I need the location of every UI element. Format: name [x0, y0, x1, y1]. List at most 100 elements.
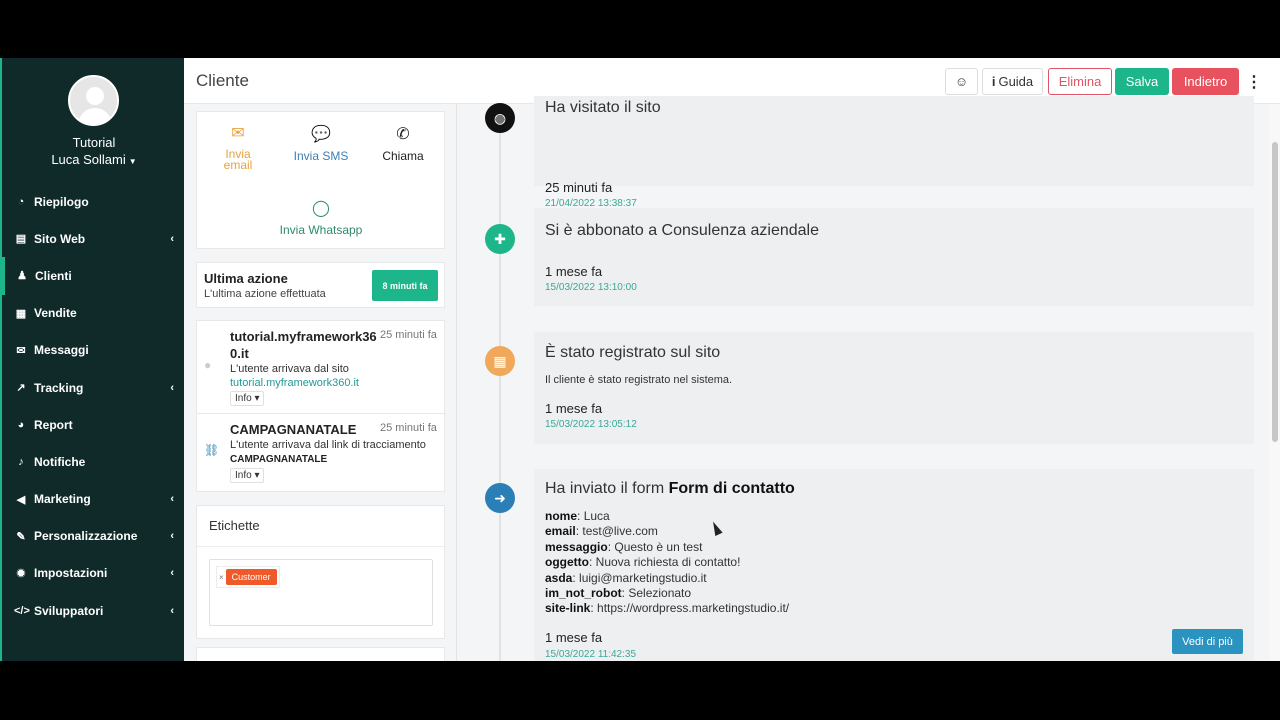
contact-actions-card: ✉ Invia email 💬 Invia SMS ✆ Chiama ◯ Inv… [196, 111, 445, 249]
timeline-title: Ha visitato il sito [545, 99, 661, 116]
last-action-card: Ultima azione L'ultima azione effettuata… [196, 262, 445, 308]
list-item: ● tutorial.myframework360.it 25 minuti f… [197, 321, 446, 414]
sidebar-item-label: Tracking [34, 380, 84, 395]
chevron-left-icon: ‹ [170, 567, 174, 580]
sidebar-item-clienti[interactable]: ♟ Clienti [2, 257, 186, 295]
sidebar-item-messaggi[interactable]: ✉ Messaggi [2, 332, 186, 369]
form-field-key: messaggio [545, 539, 608, 554]
user-icon: ♟ [17, 270, 27, 283]
salva-button[interactable]: Salva [1115, 68, 1169, 95]
timeline-title: Si è abbonato a Consulenza aziendale [545, 222, 819, 239]
form-field-row: asda: luigi@marketingstudio.it [545, 570, 707, 585]
sidebar-item-label: Vendite [34, 306, 77, 321]
megaphone-icon: ◀ [16, 493, 26, 506]
send-sms-label: Invia SMS [293, 149, 349, 163]
link-icon: ⛓ [204, 443, 220, 457]
brush-icon: ✎ [16, 530, 26, 543]
divider [197, 546, 446, 547]
tags-title: Etichette [209, 518, 260, 533]
indietro-button[interactable]: Indietro [1172, 68, 1239, 95]
pie-chart-icon: ◕ [17, 418, 25, 431]
sidebar-item-personalizzazione[interactable]: ✎ Personalizzazione ‹ [2, 518, 186, 555]
timeline-item: Ha inviato il form Form di contatto nome… [534, 469, 1254, 661]
tag-label: Customer [225, 569, 277, 585]
tags-input[interactable]: × Customer [209, 559, 433, 626]
timeline-item: Si è abbonato a Consulenza aziendale 1 m… [534, 208, 1254, 306]
timeline-line [499, 104, 501, 661]
sidebar-item-label: Sito Web [34, 231, 86, 246]
timeline-text: Il cliente è stato registrato nel sistem… [545, 374, 733, 386]
sidebar-item-report[interactable]: ◕ Report [2, 406, 186, 443]
chart-icon: ↗ [16, 382, 26, 395]
visit-title: CAMPAGNANATALE [230, 422, 357, 437]
chevron-left-icon: ‹ [170, 381, 174, 394]
visit-campaign: CAMPAGNANATALE [230, 454, 328, 465]
vedi-di-piu-button[interactable]: Vedi di più [1172, 629, 1243, 654]
feedback-button[interactable]: ☺ [945, 68, 978, 95]
send-email-label: Invia email [223, 147, 253, 172]
visit-time: 25 minuti fa [380, 329, 437, 341]
form-field-key: oggetto [545, 555, 589, 570]
send-email-button[interactable]: ✉ Invia email [217, 124, 259, 171]
sms-icon: 💬 [311, 126, 331, 143]
info-dropdown[interactable]: Info ▾ [230, 468, 265, 483]
form-field-key: im_not_robot [545, 586, 622, 601]
whatsapp-icon: ◯ [312, 200, 330, 217]
chevron-left-icon: ‹ [170, 604, 174, 617]
visit-time: 25 minuti fa [380, 422, 437, 434]
last-action-subtitle: L'ultima azione effettuata [204, 288, 326, 300]
form-name: Form di contatto [668, 480, 795, 497]
sidebar-item-impostazioni[interactable]: ✹ Impostazioni ‹ [2, 555, 186, 592]
form-field-row: site-link: https://wordpress.marketingst… [545, 601, 790, 616]
dashboard-icon: ◔ [17, 195, 25, 208]
sidebar-item-notifiche[interactable]: ♪ Notifiche [2, 443, 186, 480]
send-whatsapp-button[interactable]: ◯ Invia Whatsapp [257, 198, 385, 237]
form-field-value: Questo è un test [614, 539, 703, 554]
avatar[interactable] [68, 75, 119, 126]
list-item: ⛓ CAMPAGNANATALE 25 minuti fa L'utente a… [197, 414, 446, 493]
user-organization: Tutorial [72, 135, 116, 150]
send-whatsapp-label: Invia Whatsapp [279, 223, 363, 237]
app-screen: Tutorial Luca Sollami ▼ ◔ Riepilogo ▤ Sito W… [0, 58, 1280, 661]
sidebar-item-riepilogo[interactable]: ◔ Riepilogo [2, 183, 186, 220]
visit-link[interactable]: tutorial.myframework360.it [230, 377, 359, 389]
timeline-title-prefix: Ha inviato il form [545, 480, 669, 497]
guida-button[interactable]: i Guida [982, 68, 1043, 95]
form-field-row: oggetto: Nuova richiesta di contatto! [545, 555, 741, 570]
user-menu[interactable]: Luca Sollami ▼ [2, 152, 186, 167]
last-action-badge: 8 minuti fa [372, 270, 438, 301]
scrollbar-thumb[interactable] [1272, 142, 1278, 442]
sidebar-nav: ◔ Riepilogo ▤ Sito Web ‹ ♟ Clienti ▦ Vendite ✉ Mes… [2, 183, 186, 629]
elimina-button[interactable]: Elimina [1048, 68, 1112, 95]
globe-icon: ◍ [485, 103, 515, 133]
sidebar-item-label: Messaggi [34, 343, 89, 358]
timeline-title: Ha inviato il form Form di contatto [545, 480, 795, 498]
info-dropdown[interactable]: Info ▾ [230, 391, 265, 406]
sidebar-item-sviluppatori[interactable]: </> Sviluppatori ‹ [2, 592, 186, 629]
sidebar-item-marketing[interactable]: ◀ Marketing ‹ [2, 481, 186, 518]
sidebar-item-label: Report [34, 417, 73, 432]
form-fields: nome: Luca email: test@live.com messaggio:… [545, 509, 789, 617]
form-field-key: email [545, 524, 576, 539]
timeline-item: È stato registrato sul sito Il cliente è… [534, 332, 1254, 444]
user-plus-icon: ✚ [485, 224, 515, 254]
send-sms-button[interactable]: 💬 Invia SMS [287, 124, 355, 163]
form-field-row: nome: Luca [545, 509, 610, 523]
sidebar-item-label: Clienti [35, 268, 72, 283]
call-button[interactable]: ✆ Chiama [373, 124, 433, 163]
sidebar-item-label: Sviluppatori [34, 603, 104, 618]
sidebar-item-tracking[interactable]: ↗ Tracking ‹ [2, 369, 186, 406]
form-field-value: luigi@marketingstudio.it [579, 570, 707, 585]
chevron-left-icon: ‹ [170, 493, 174, 506]
sidebar: Tutorial Luca Sollami ▼ ◔ Riepilogo ▤ Sito W… [0, 58, 184, 661]
sidebar-item-sito-web[interactable]: ▤ Sito Web ‹ [2, 220, 186, 257]
visit-description: L'utente arrivava dal link di tracciamen… [230, 439, 426, 451]
last-action-title: Ultima azione [204, 271, 288, 286]
sidebar-item-vendite[interactable]: ▦ Vendite [2, 295, 186, 332]
arrow-right-circle-icon: ➜ [485, 483, 515, 513]
form-field-row: email: test@live.com [545, 524, 658, 539]
more-options-icon[interactable]: ⋮ [1246, 68, 1262, 95]
scrollbar[interactable] [1270, 104, 1280, 661]
remove-tag-icon[interactable]: × [219, 573, 224, 582]
form-field-value: Nuova richiesta di contatto! [595, 555, 741, 570]
